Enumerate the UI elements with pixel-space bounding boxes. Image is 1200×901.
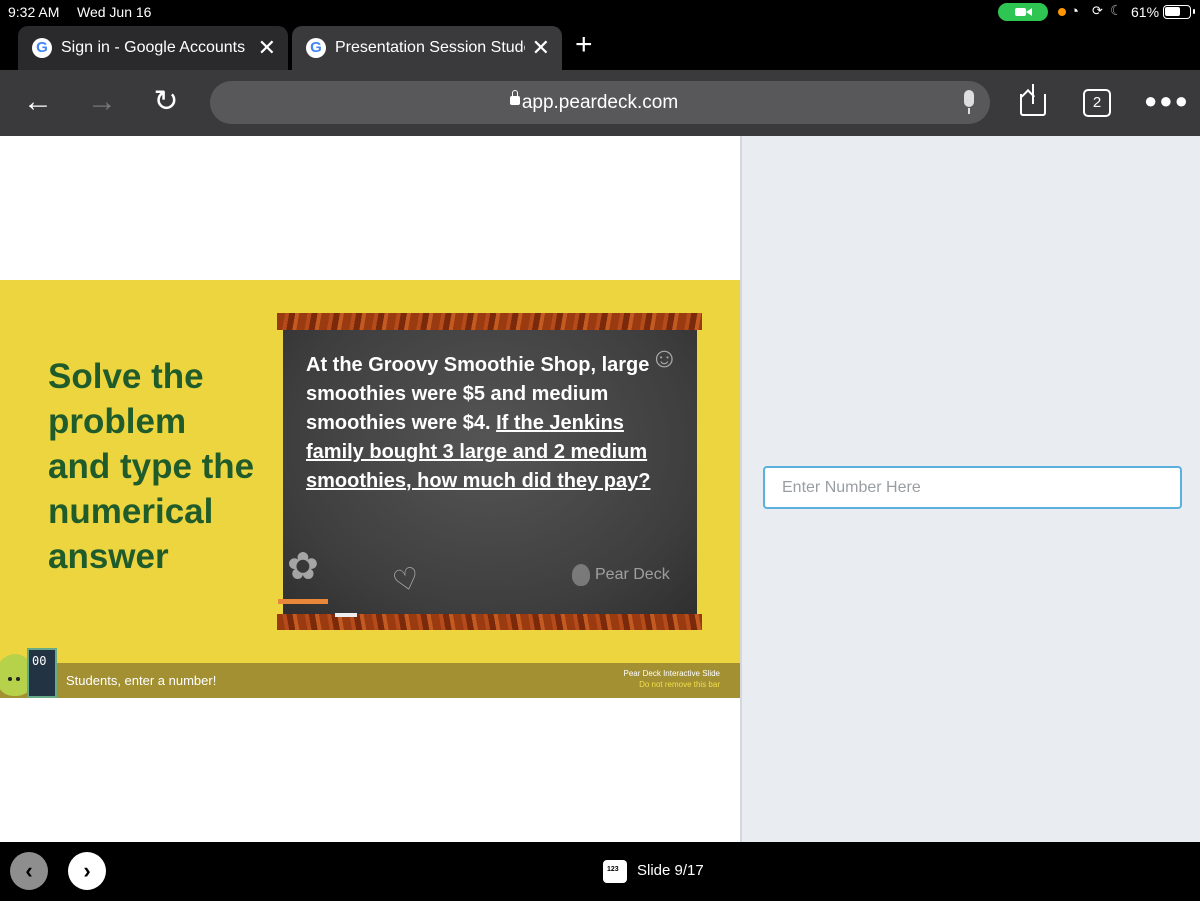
prompt-line: problem xyxy=(48,402,187,441)
chevron-left-icon[interactable]: ‹ xyxy=(10,852,48,890)
forward-arrow-icon[interactable]: → xyxy=(84,84,120,120)
status-bar: 9:32 AM Wed Jun 16 ◔ ⟳ ☾ 61% xyxy=(0,0,1200,24)
pear-icon xyxy=(572,564,590,586)
tab-bar: G Sign in - Google Accounts ✕ G Presenta… xyxy=(0,24,1200,70)
moon-icon: ☾ xyxy=(1110,2,1123,18)
page-content: Solve the problem and type the numerical… xyxy=(0,136,1200,842)
chalk-white xyxy=(335,613,357,617)
battery-percentage: 61% xyxy=(1131,4,1160,20)
browser-toolbar: ← → ↻ app.peardeck.com 2 ●●● xyxy=(0,70,1200,136)
slide-footer-bar: Students, enter a number! Pear Deck Inte… xyxy=(0,663,740,698)
footer-brand-title: Pear Deck Interactive Slide xyxy=(623,669,721,678)
number-answer-input[interactable] xyxy=(763,466,1182,509)
google-favicon-icon: G xyxy=(306,38,326,58)
close-tab-icon[interactable]: ✕ xyxy=(258,35,276,61)
more-icon[interactable]: ●●● xyxy=(1144,88,1190,114)
footer-instruction: Students, enter a number! xyxy=(66,673,217,688)
response-pane xyxy=(740,136,1200,842)
facetime-indicator-icon[interactable] xyxy=(998,3,1048,21)
tab-count-button[interactable]: 2 xyxy=(1083,89,1111,117)
battery-icon xyxy=(1163,5,1195,19)
pear-deck-watermark: Pear Deck xyxy=(572,564,670,586)
orientation-lock-icon: ⟳ xyxy=(1092,3,1103,18)
slide-counter: Slide 9/17 xyxy=(637,862,704,879)
back-arrow-icon[interactable]: ← xyxy=(20,84,56,120)
tab-title: Presentation Session Student xyxy=(335,39,525,56)
wifi-icon: ◔ xyxy=(1070,3,1080,20)
url-text: app.peardeck.com xyxy=(521,92,679,113)
chevron-right-icon[interactable]: › xyxy=(68,852,106,890)
prompt-line: Solve the xyxy=(48,357,204,396)
reload-icon[interactable]: ↻ xyxy=(148,84,184,120)
question-text: At the Groovy Smoothie Shop, large smoot… xyxy=(306,351,686,496)
footer-brand: Pear Deck Interactive Slide Do not remov… xyxy=(624,668,721,690)
tab-title: Sign in - Google Accounts xyxy=(61,39,246,56)
slide-prompt: Solve the problem and type the numerical… xyxy=(48,354,268,579)
new-tab-icon[interactable]: + xyxy=(575,28,593,62)
share-icon[interactable] xyxy=(1020,84,1046,116)
google-favicon-icon: G xyxy=(32,38,52,58)
slide: Solve the problem and type the numerical… xyxy=(0,280,740,698)
mic-in-use-dot-icon xyxy=(1058,8,1066,16)
slide-navigation-bar: ‹ › 123 Slide 9/17 xyxy=(0,842,1200,901)
prompt-line: answer xyxy=(48,537,169,576)
status-time: 9:32 AM xyxy=(8,4,60,20)
tab-google-sign-in[interactable]: G Sign in - Google Accounts ✕ xyxy=(18,26,288,70)
watermark-text: Pear Deck xyxy=(595,566,670,584)
number-slide-icon: 123 xyxy=(603,860,627,883)
chalk-orange xyxy=(278,599,328,604)
status-date: Wed Jun 16 xyxy=(77,4,152,20)
prompt-line: and type the xyxy=(48,447,255,486)
address-bar[interactable]: app.peardeck.com xyxy=(210,81,990,124)
close-tab-icon[interactable]: ✕ xyxy=(532,35,550,61)
flower-doodle-icon: ✿ xyxy=(287,546,319,588)
tab-presentation-session[interactable]: G Presentation Session Student ✕ xyxy=(292,26,562,70)
pear-screen-text: 00 xyxy=(32,654,47,668)
chalkboard-frame-top xyxy=(277,313,702,330)
microphone-icon[interactable] xyxy=(964,90,974,114)
footer-brand-subtitle: Do not remove this bar xyxy=(639,680,720,689)
prompt-line: numerical xyxy=(48,492,214,531)
pear-mascot-icon: 00 xyxy=(0,642,58,698)
slide-pane: Solve the problem and type the numerical… xyxy=(0,136,740,842)
